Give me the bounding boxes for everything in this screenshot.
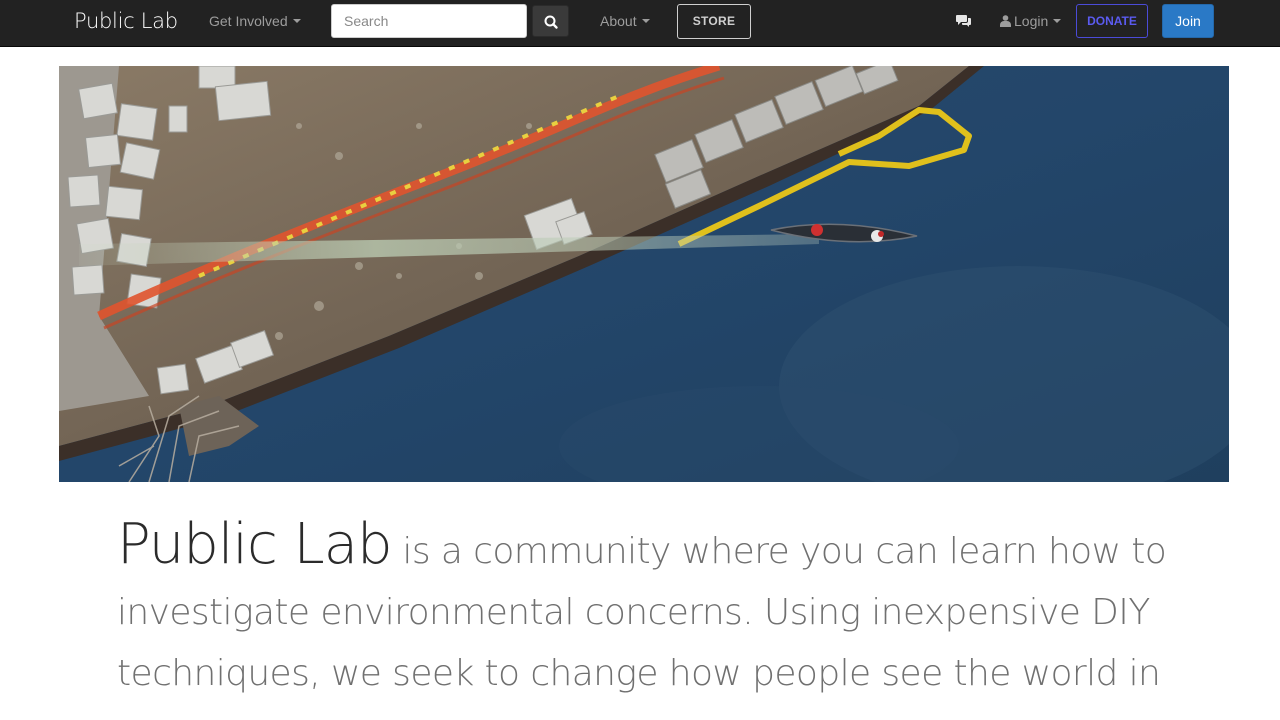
join-button[interactable]: Join [1162, 4, 1214, 38]
aerial-photo-illustration [59, 66, 1229, 482]
hero-image [59, 66, 1229, 482]
intro-paragraph: Public Lab is a community where you can … [117, 514, 1177, 704]
intro-lab-name: Public Lab [117, 512, 393, 577]
user-icon [1000, 15, 1011, 27]
get-involved-label: Get Involved [209, 13, 288, 29]
search-button[interactable] [532, 5, 569, 37]
brand-logo-link[interactable]: Public Lab [74, 9, 178, 33]
top-navbar: Public Lab Get Involved About STORE Logi… [0, 0, 1280, 47]
login-label: Login [1014, 13, 1049, 29]
comments-icon[interactable] [956, 14, 972, 28]
search-icon [544, 15, 558, 29]
caret-down-icon [1053, 19, 1062, 24]
about-label: About [600, 13, 637, 29]
caret-down-icon [641, 19, 650, 24]
donate-button[interactable]: DONATE [1076, 4, 1148, 38]
about-dropdown[interactable]: About [600, 13, 650, 29]
login-dropdown[interactable]: Login [1000, 13, 1062, 29]
search-input[interactable] [331, 4, 527, 38]
caret-down-icon [292, 19, 301, 24]
store-button[interactable]: STORE [677, 4, 751, 39]
get-involved-dropdown[interactable]: Get Involved [209, 13, 301, 29]
